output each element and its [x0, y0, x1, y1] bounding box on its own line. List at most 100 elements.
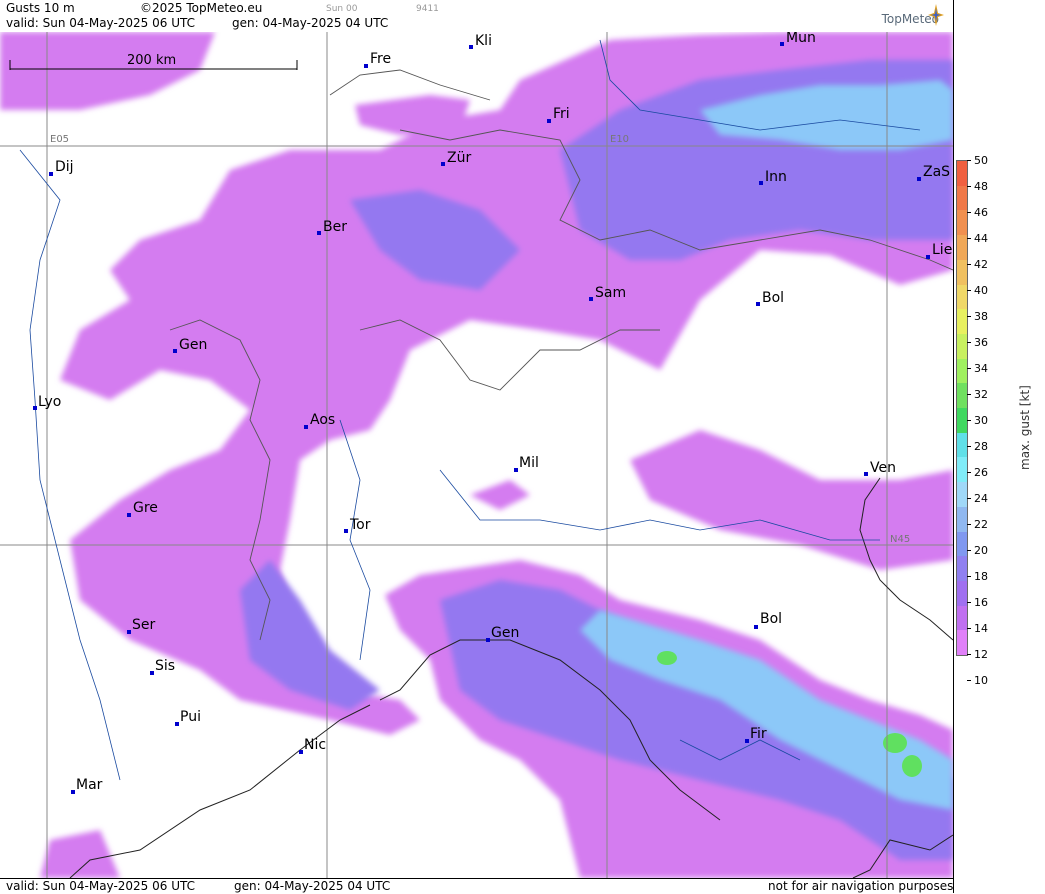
city-label: Sam: [595, 285, 626, 301]
city-label: Gen: [179, 337, 207, 353]
colorbar-tick-mark: [967, 446, 971, 447]
colorbar-tick-mark: [967, 524, 971, 525]
scale-bar-label: 200 km: [127, 53, 176, 68]
run-code: 9411: [416, 4, 439, 14]
grid-label-e10: E10: [610, 134, 629, 145]
colorbar-tick-mark: [967, 654, 971, 655]
colorbar-segment: [957, 161, 967, 187]
colorbar-tick-label: 40: [974, 284, 988, 297]
city-label: Mar: [76, 777, 103, 793]
gust-map[interactable]: 200 km E05 E10 N45 Kli Mun Fre Fri Dij Z…: [0, 32, 953, 878]
product-title: Gusts 10 m: [6, 1, 75, 15]
city-label: Ser: [132, 617, 156, 633]
colorbar-tick-mark: [967, 316, 971, 317]
city-label: Tor: [349, 517, 371, 533]
city-label: Bol: [762, 290, 784, 306]
colorbar-tick-mark: [967, 628, 971, 629]
city-label: Aos: [310, 412, 335, 428]
colorbar-segment: [957, 556, 967, 582]
city-label: Sis: [155, 658, 175, 674]
colorbar-tick-mark: [967, 342, 971, 343]
colorbar-segment: [957, 210, 967, 236]
disclaimer: not for air navigation purposes: [768, 879, 954, 893]
colorbar-tick-mark: [967, 160, 971, 161]
map-header: Gusts 10 m ©2025 TopMeteo.eu valid: Sun …: [0, 0, 953, 33]
copyright-text: ©2025 TopMeteo.eu: [140, 1, 263, 15]
colorbar-tick-mark: [967, 368, 971, 369]
map-footer: valid: Sun 04-May-2025 06 UTC gen: 04-Ma…: [0, 878, 953, 894]
city-label: Nic: [304, 737, 326, 753]
colorbar-segment: [957, 506, 967, 532]
colorbar-segment: [957, 235, 967, 261]
colorbar-tick-label: 20: [974, 544, 988, 557]
city-label: ZaS: [923, 164, 950, 180]
colorbar-tick-label: 32: [974, 388, 988, 401]
run-label: Sun 00: [326, 4, 358, 14]
brand-star-icon: [928, 4, 944, 26]
city-label: Kli: [475, 33, 492, 49]
colorbar-segment: [957, 284, 967, 310]
city-label: Lie: [932, 242, 952, 258]
colorbar-segment: [957, 309, 967, 335]
colorbar-title: max. gust [kt]: [1018, 385, 1032, 470]
colorbar-segment: [957, 185, 967, 211]
city-label: Gen: [491, 625, 519, 641]
valid-time: valid: Sun 04-May-2025 06 UTC: [6, 16, 195, 30]
colorbar-tick-mark: [967, 498, 971, 499]
colorbar-tick-mark: [967, 212, 971, 213]
colorbar-segment: [957, 580, 967, 607]
colorbar-tick-mark: [967, 602, 971, 603]
colorbar-segment: [957, 259, 967, 285]
city-label: Pui: [180, 709, 201, 725]
city-label: Mil: [519, 455, 539, 471]
colorbar-tick-label: 44: [974, 232, 988, 245]
footer-generated-time: gen: 04-May-2025 04 UTC: [234, 879, 391, 893]
colorbar-tick-label: 46: [974, 206, 988, 219]
colorbar-segment: [957, 408, 967, 434]
colorbar-tick-label: 26: [974, 466, 988, 479]
generated-time: gen: 04-May-2025 04 UTC: [232, 16, 389, 30]
colorbar-tick-label: 14: [974, 622, 988, 635]
footer-valid-time: valid: Sun 04-May-2025 06 UTC: [6, 879, 195, 893]
colorbar-tick-mark: [967, 186, 971, 187]
city-label: Bol: [760, 611, 782, 627]
colorbar-segment: [957, 358, 967, 384]
colorbar-tick-label: 16: [974, 596, 988, 609]
city-label: Mun: [786, 32, 816, 46]
colorbar-tick-label: 10: [974, 674, 988, 687]
colorbar-tick-label: 50: [974, 154, 988, 167]
city-label: Lyo: [38, 394, 61, 410]
grid-label-e05: E05: [50, 134, 69, 145]
colorbar-tick-mark: [967, 550, 971, 551]
colorbar-tick-mark: [967, 680, 971, 681]
colorbar-tick-label: 18: [974, 570, 988, 583]
colorbar-segment: [957, 383, 967, 409]
city-label: Dij: [55, 159, 74, 175]
city-label: Gre: [133, 500, 158, 516]
city-label: Inn: [765, 169, 787, 185]
city-label: Fir: [750, 726, 767, 742]
colorbar-tick-label: 36: [974, 336, 988, 349]
grid-label-n45: N45: [890, 534, 910, 545]
colorbar-tick-mark: [967, 264, 971, 265]
colorbar-tick-label: 30: [974, 414, 988, 427]
colorbar-tick-label: 24: [974, 492, 988, 505]
city-label: Fri: [553, 106, 570, 122]
colorbar-tick-label: 34: [974, 362, 988, 375]
colorbar-tick-label: 12: [974, 648, 988, 661]
colorbar-tick-label: 22: [974, 518, 988, 531]
colorbar: [956, 160, 968, 656]
colorbar-tick-mark: [967, 394, 971, 395]
colorbar-segment: [957, 531, 967, 557]
colorbar-segment: [957, 630, 967, 656]
colorbar-segment: [957, 605, 967, 631]
city-label: Ber: [323, 219, 347, 235]
colorbar-tick-label: 48: [974, 180, 988, 193]
city-label: Fre: [370, 51, 391, 67]
colorbar-segment: [957, 482, 967, 508]
colorbar-segment: [957, 457, 967, 483]
map-canvas: 200 km E05 E10 N45 Kli Mun Fre Fri Dij Z…: [0, 32, 953, 878]
city-label: Ven: [870, 460, 896, 476]
colorbar-tick-mark: [967, 576, 971, 577]
colorbar-tick-mark: [967, 420, 971, 421]
